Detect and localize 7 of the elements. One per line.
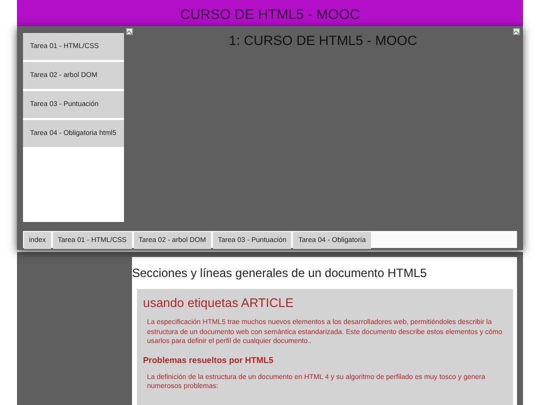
broken-image-icon bbox=[513, 28, 520, 35]
broken-image-icon bbox=[126, 28, 133, 35]
article-title: usando etiquetas ARTICLE bbox=[143, 296, 295, 310]
section-heading: Secciones y líneas generales de un documento HTML5 bbox=[132, 265, 428, 281]
page-title: 1: CURSO DE HTML5 - MOOC bbox=[228, 33, 418, 48]
subheading: Problemas resueltos por HTML5 bbox=[143, 354, 274, 364]
site-title: CURSO DE HTML5 - MOOC bbox=[180, 5, 360, 24]
